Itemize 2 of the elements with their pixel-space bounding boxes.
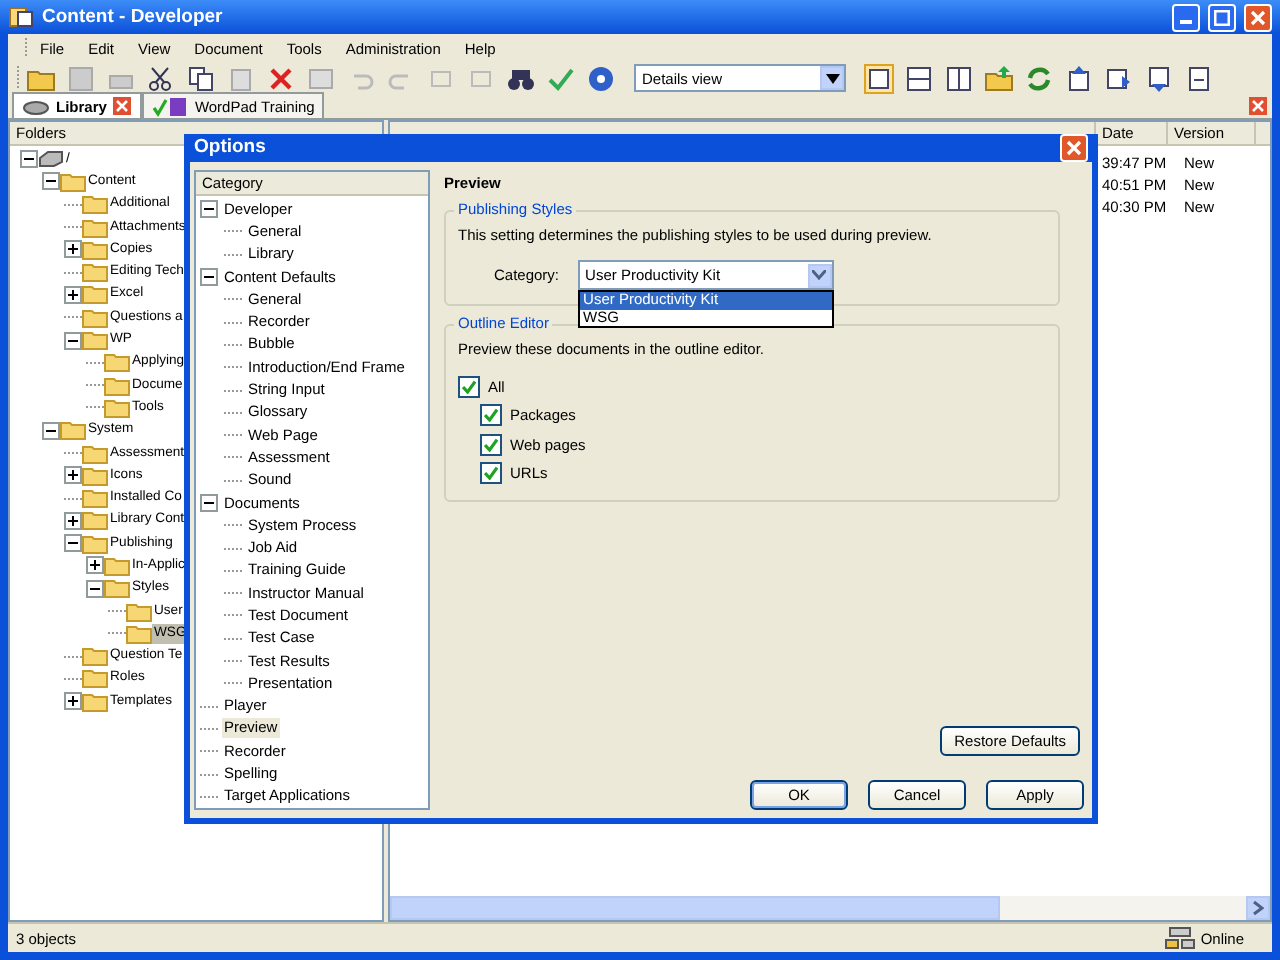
window-title: Content - Developer (42, 5, 225, 29)
dialog-title: Options (194, 136, 268, 160)
